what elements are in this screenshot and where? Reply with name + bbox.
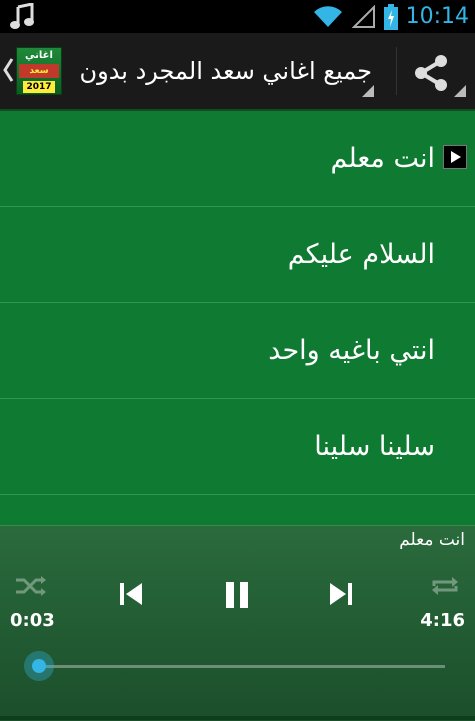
song-list: انت معلم السلام عليكم انتي باغيه واحد سل… <box>0 111 475 495</box>
title-dropdown-indicator <box>362 85 374 97</box>
pause-button[interactable] <box>222 581 252 609</box>
bottom-edge <box>0 716 475 720</box>
media-player: انت معلم 0:03 4:16 <box>0 525 475 721</box>
signal-icon <box>351 4 375 28</box>
current-time: 0:03 <box>10 610 55 631</box>
play-icon <box>443 145 467 169</box>
action-divider <box>396 47 397 95</box>
action-bar: اغاني سعد المجرد 2017 جميع اغاني سعد الم… <box>0 33 475 111</box>
status-bar: 10:14 <box>0 0 475 33</box>
wifi-icon <box>313 5 342 27</box>
song-item[interactable]: انتي باغيه واحد <box>0 303 475 399</box>
app-title[interactable]: جميع اغاني سعد المجرد بدون نت <box>72 51 372 91</box>
next-button[interactable] <box>328 581 354 607</box>
now-playing-title: انت معلم <box>399 530 465 550</box>
song-title: سلينا سلينا <box>314 431 435 462</box>
app-logo[interactable]: اغاني سعد المجرد 2017 <box>16 47 62 95</box>
song-item[interactable]: السلام عليكم <box>0 207 475 303</box>
song-title: انت معلم <box>330 143 435 174</box>
clock: 10:14 <box>405 4 469 29</box>
seek-thumb[interactable] <box>23 651 54 681</box>
song-title: السلام عليكم <box>287 239 435 270</box>
song-item[interactable]: سلينا سلينا <box>0 399 475 495</box>
total-duration: 4:16 <box>420 610 465 631</box>
song-title: انتي باغيه واحد <box>268 335 435 366</box>
shuffle-icon[interactable] <box>14 574 48 598</box>
battery-icon <box>383 3 398 30</box>
overflow-indicator <box>454 85 466 97</box>
share-icon[interactable] <box>410 53 452 93</box>
previous-button[interactable] <box>118 581 144 607</box>
repeat-icon[interactable] <box>428 574 462 598</box>
music-note-icon <box>10 3 34 29</box>
seek-bar[interactable] <box>34 665 445 668</box>
song-item[interactable]: انت معلم <box>0 111 475 207</box>
back-chevron-icon[interactable] <box>2 55 14 85</box>
